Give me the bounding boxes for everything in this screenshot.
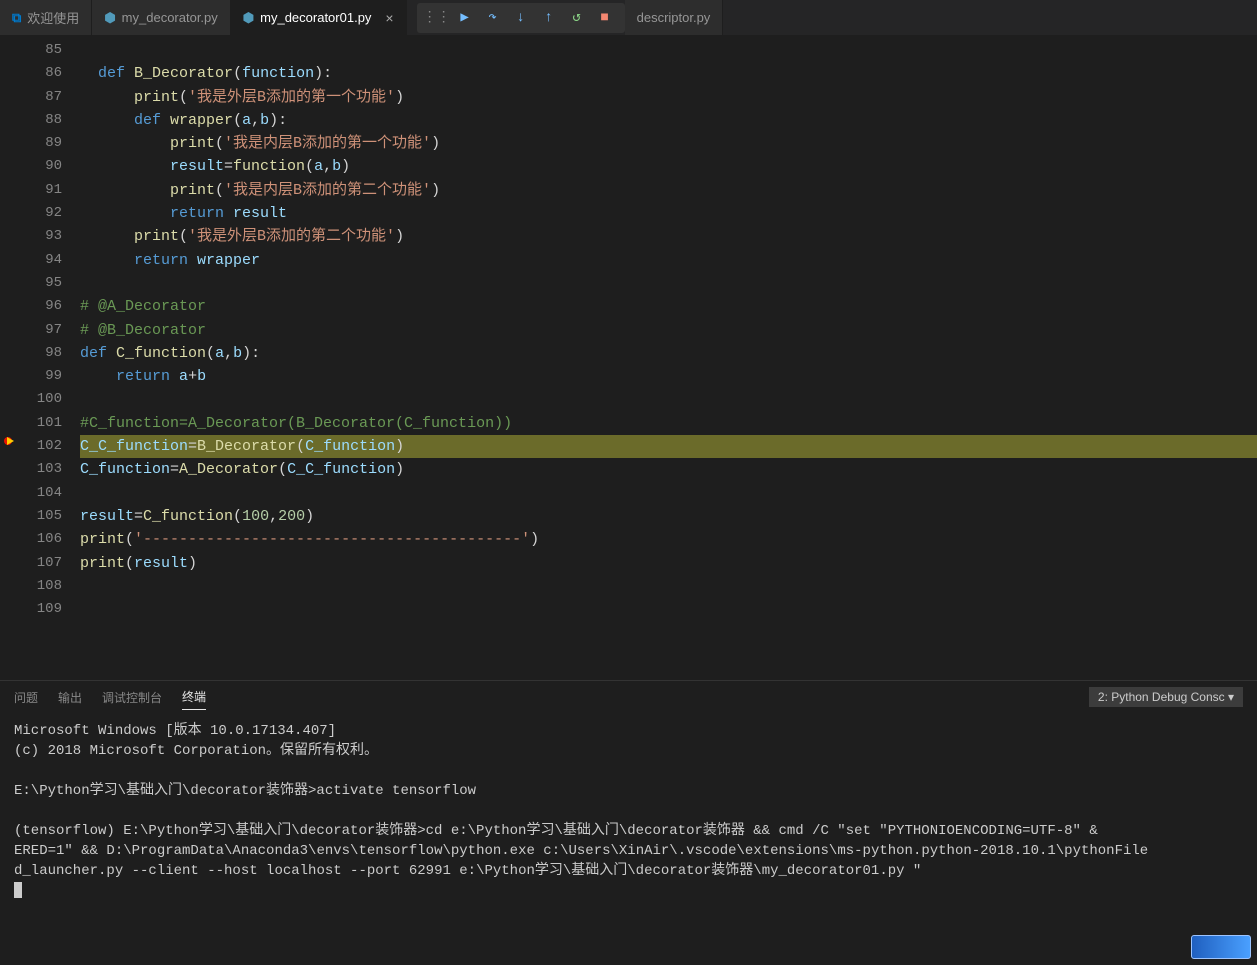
stop-icon[interactable]: ■ bbox=[593, 6, 617, 30]
python-icon: ⬢ bbox=[104, 10, 115, 26]
terminal-output[interactable]: Microsoft Windows [版本 10.0.17134.407] (c… bbox=[0, 713, 1257, 965]
tabs-bar: ⧉ 欢迎使用 ⬢ my_decorator.py ⬢ my_decorator0… bbox=[0, 0, 1257, 35]
close-icon[interactable]: × bbox=[385, 10, 393, 26]
panel-tab-output[interactable]: 输出 bbox=[58, 685, 82, 710]
panel-tab-problems[interactable]: 问题 bbox=[14, 685, 38, 710]
tab-file2[interactable]: ⬢ my_decorator01.py × bbox=[231, 0, 407, 35]
ime-badge bbox=[1191, 935, 1251, 959]
terminal-cursor bbox=[14, 882, 22, 898]
vscode-icon: ⧉ bbox=[12, 10, 21, 26]
line-numbers: 858687 888990 919293 949596 979899 10010… bbox=[20, 35, 80, 680]
bottom-panel: 问题 输出 调试控制台 终端 2: Python Debug Consc ▾ M… bbox=[0, 680, 1257, 965]
panel-tab-debug-console[interactable]: 调试控制台 bbox=[102, 685, 162, 710]
continue-icon[interactable]: ▶ bbox=[453, 6, 477, 30]
editor: 858687 888990 919293 949596 979899 10010… bbox=[0, 35, 1257, 680]
tab-file3-label: descriptor.py bbox=[637, 10, 711, 25]
tab-welcome[interactable]: ⧉ 欢迎使用 bbox=[0, 0, 92, 35]
code-area[interactable]: def B_Decorator(function): print('我是外层B添… bbox=[80, 35, 1257, 680]
step-over-icon[interactable]: ↷ bbox=[481, 6, 505, 30]
restart-icon[interactable]: ↺ bbox=[565, 6, 589, 30]
breakpoint-gutter[interactable] bbox=[0, 35, 20, 680]
tab-file1-label: my_decorator.py bbox=[122, 10, 218, 25]
python-icon: ⬢ bbox=[243, 10, 254, 26]
tab-file2-label: my_decorator01.py bbox=[260, 10, 371, 25]
step-into-icon[interactable]: ↓ bbox=[509, 6, 533, 30]
tab-file1[interactable]: ⬢ my_decorator.py bbox=[92, 0, 230, 35]
drag-handle-icon[interactable]: ⋮⋮ bbox=[425, 6, 449, 30]
debug-toolbar: ⋮⋮ ▶ ↷ ↓ ↑ ↺ ■ bbox=[417, 3, 625, 33]
breakpoint-arrow-icon bbox=[4, 435, 16, 447]
panel-tab-terminal[interactable]: 终端 bbox=[182, 684, 206, 710]
step-out-icon[interactable]: ↑ bbox=[537, 6, 561, 30]
tab-file3[interactable]: descriptor.py bbox=[625, 0, 724, 35]
panel-tabs: 问题 输出 调试控制台 终端 2: Python Debug Consc ▾ bbox=[0, 681, 1257, 713]
tab-welcome-label: 欢迎使用 bbox=[27, 8, 79, 27]
terminal-selector[interactable]: 2: Python Debug Consc ▾ bbox=[1089, 687, 1243, 707]
